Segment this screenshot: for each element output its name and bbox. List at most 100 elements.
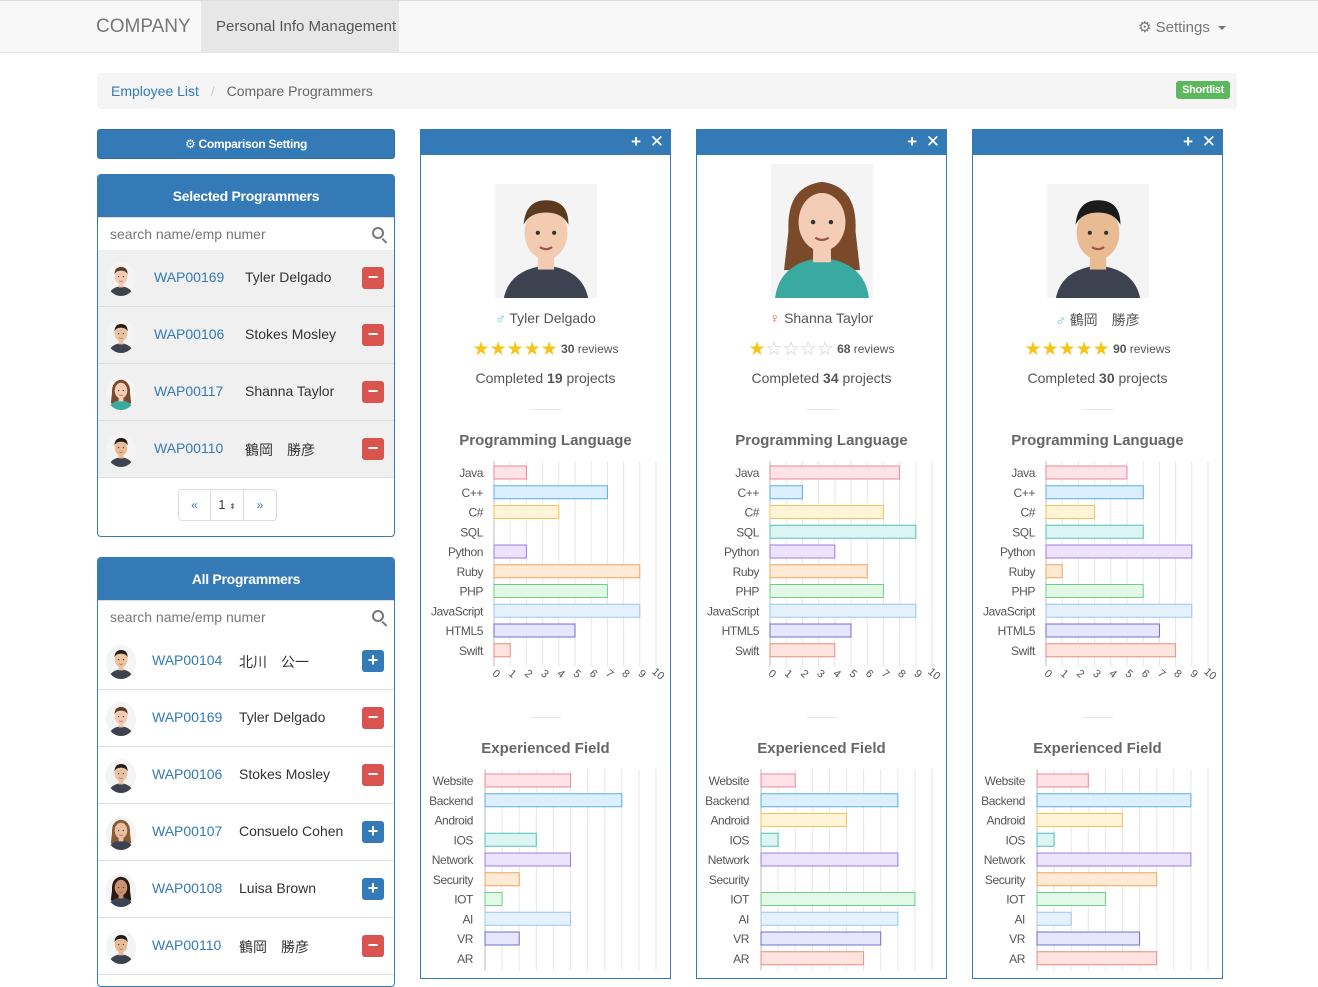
shortlist-button[interactable]: Shortlist (1176, 81, 1230, 99)
search-icon[interactable] (372, 610, 384, 622)
search-icon[interactable] (372, 227, 384, 239)
bar (760, 911, 899, 926)
section-title-programming-language: Programming Language (459, 432, 632, 449)
bar (493, 623, 576, 638)
expand-plus-icon[interactable]: + (907, 132, 917, 152)
x-tick-label: 4 (1107, 668, 1119, 681)
bar (1036, 872, 1158, 887)
pagination-area: « 1 ⬍ » (98, 478, 394, 535)
programmer-name: Shanna Taylor (784, 310, 874, 326)
remove-button[interactable]: − (362, 267, 384, 289)
bar (769, 643, 836, 658)
programmer-name: Tyler Delgado (245, 269, 332, 285)
programmer-row[interactable]: WAP00106 Stokes Mosley − (98, 307, 394, 364)
x-tick-label: 0 (490, 668, 502, 681)
bar (769, 603, 917, 618)
remove-button[interactable]: − (362, 935, 384, 957)
pager-prev-button[interactable]: « (178, 489, 211, 521)
category-label: Website (433, 774, 474, 788)
close-icon[interactable]: ✕ (650, 132, 664, 152)
x-tick-label: 4 (555, 668, 567, 681)
programmer-row[interactable]: WAP00169 Tyler Delgado − (98, 690, 394, 747)
expand-plus-icon[interactable]: + (1183, 132, 1193, 152)
employee-number-link[interactable]: WAP00104 (152, 652, 222, 668)
divider (807, 717, 837, 718)
avatar (106, 759, 136, 793)
bar (1036, 892, 1106, 906)
category-label: VR (1009, 932, 1026, 946)
category-label: Python (448, 545, 483, 559)
bar (1045, 603, 1193, 618)
category-label: IOS (454, 833, 474, 847)
category-label: C++ (1014, 486, 1036, 500)
programmer-row[interactable]: WAP00169 Tyler Delgado − (98, 250, 394, 307)
brand-logo[interactable]: COMPANY (96, 16, 191, 38)
add-button[interactable]: + (362, 821, 384, 843)
close-icon[interactable]: ✕ (926, 132, 940, 152)
remove-button[interactable]: − (362, 707, 384, 729)
section-title-experienced-field: Experienced Field (1033, 740, 1162, 757)
page-select[interactable]: 1 ⬍ (211, 489, 244, 521)
bar (760, 892, 916, 906)
category-label: Ruby (733, 565, 760, 579)
employee-number-link[interactable]: WAP00108 (152, 880, 222, 896)
category-label: JavaScript (431, 604, 484, 618)
settings-dropdown[interactable]: ⚙ Settings (1138, 18, 1226, 36)
breadcrumb-current: Compare Programmers (226, 83, 373, 99)
employee-number-link[interactable]: WAP00110 (154, 440, 223, 456)
remove-button[interactable]: − (362, 764, 384, 786)
bar-chart: Java C++ C# SQL Python Ruby PHP JavaScript HTML5… (707, 461, 942, 683)
programmer-row[interactable]: WAP00104 北川 公一 + (98, 633, 394, 690)
employee-number-link[interactable]: WAP00169 (154, 269, 224, 285)
search-input[interactable] (98, 218, 394, 250)
bar (484, 911, 571, 926)
close-icon[interactable]: ✕ (1202, 132, 1216, 152)
employee-number-link[interactable]: WAP00107 (152, 823, 222, 839)
category-label: Security (709, 873, 750, 887)
employee-number-link[interactable]: WAP00169 (152, 709, 222, 725)
category-label: Android (710, 814, 749, 828)
programmer-row[interactable]: WAP00117 Shanna Taylor − (98, 364, 394, 421)
programmer-row[interactable]: WAP00110 鶴岡 勝彦 − (98, 918, 394, 975)
add-button[interactable]: + (362, 650, 384, 672)
programmer-row[interactable]: WAP00106 Stokes Mosley − (98, 747, 394, 804)
expand-plus-icon[interactable]: + (631, 132, 641, 152)
bar-chart: Java C++ C# SQL Python Ruby PHP JavaScript HTML5… (431, 461, 666, 683)
comparison-setting-button[interactable]: ⚙ Comparison Setting (97, 129, 395, 159)
programmer-name: 鶴岡 勝彦 (245, 442, 315, 458)
remove-button[interactable]: − (362, 324, 384, 346)
programmer-name: 鶴岡 勝彦 (239, 939, 309, 955)
pager-next-button[interactable]: » (244, 489, 277, 521)
category-label: AI (462, 912, 473, 926)
employee-number-link[interactable]: WAP00117 (154, 383, 223, 399)
remove-button[interactable]: − (362, 438, 384, 460)
employee-number-link[interactable]: WAP00106 (154, 326, 224, 342)
x-tick-label: 6 (863, 668, 875, 681)
search-input[interactable] (98, 601, 394, 633)
category-label: SQL (460, 525, 484, 539)
employee-number-link[interactable]: WAP00106 (152, 766, 222, 782)
category-label: C# (744, 506, 759, 520)
remove-button[interactable]: − (362, 381, 384, 403)
completed-projects: Completed 30 projects (973, 370, 1222, 386)
x-tick-label: 3 (1090, 668, 1102, 681)
breadcrumb-employee-list[interactable]: Employee List (111, 83, 199, 99)
programmer-photo (495, 184, 597, 298)
category-label: HTML5 (998, 624, 1036, 638)
divider (1083, 717, 1113, 718)
employee-number-link[interactable]: WAP00110 (152, 937, 221, 953)
bar (760, 931, 882, 946)
add-button[interactable]: + (362, 878, 384, 900)
section-title-programming-language: Programming Language (735, 432, 908, 449)
bar (484, 852, 571, 867)
nav-tab-personal-info[interactable]: Personal Info Management (201, 1, 399, 53)
section-title-programming-language: Programming Language (1011, 432, 1184, 449)
avatar (106, 376, 136, 410)
programmer-row[interactable]: WAP00107 Consuelo Cohen + (98, 804, 394, 861)
programmer-row[interactable]: WAP00108 Luisa Brown + (98, 861, 394, 918)
project-count: 30 (1099, 370, 1115, 386)
category-label: VR (457, 932, 474, 946)
programmer-row[interactable]: WAP00110 鶴岡 勝彦 − (98, 421, 394, 478)
x-tick-label: 3 (538, 668, 550, 681)
avatar (106, 930, 136, 964)
